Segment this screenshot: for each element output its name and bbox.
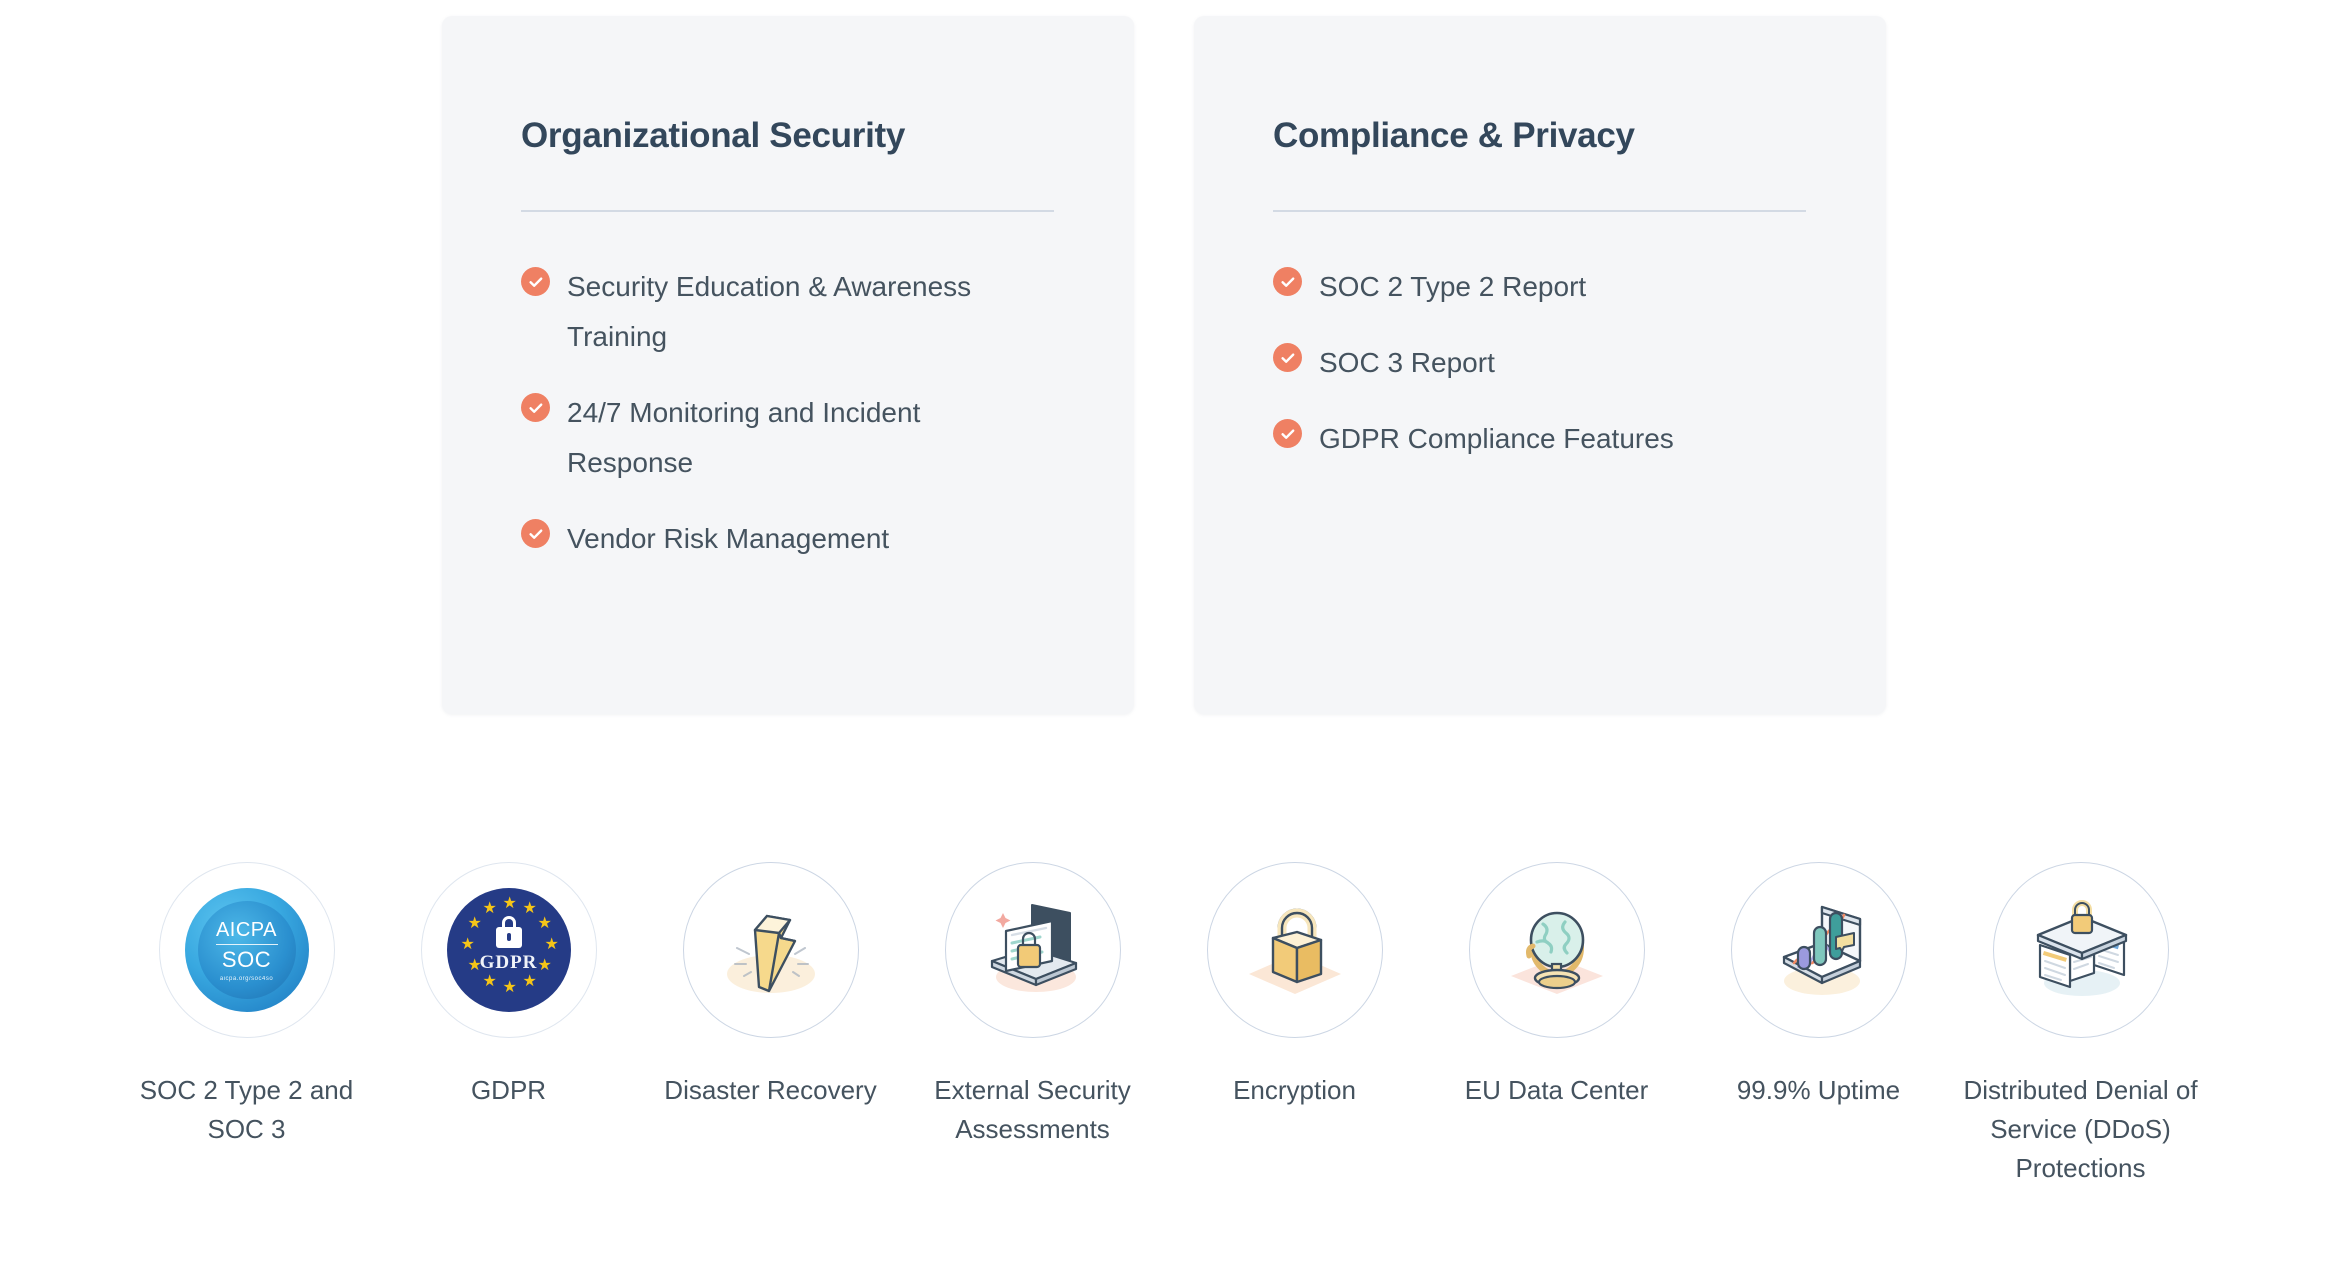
card-title: Compliance & Privacy xyxy=(1273,116,1635,155)
list-item: 24/7 Monitoring and Incident Response xyxy=(521,388,1081,488)
card-organizational-security: Organizational Security Security Educati… xyxy=(442,16,1134,714)
check-circle-icon xyxy=(1273,343,1302,372)
badge-ddos-protections: Distributed Denial of Service (DDoS) Pro… xyxy=(1950,862,2212,1188)
secure-documents-table-icon xyxy=(2036,900,2127,996)
eu-star-icon: ★ xyxy=(482,973,497,990)
badge-icon-wrapper xyxy=(682,862,859,1038)
padlock-icon xyxy=(1248,908,1341,994)
feature-label: 24/7 Monitoring and Incident Response xyxy=(567,397,921,478)
badge-label: SOC 2 Type 2 and SOC 3 xyxy=(139,1075,354,1144)
aicpa-seal-line1: AICPA xyxy=(215,918,278,941)
card-divider xyxy=(1273,210,1806,212)
check-circle-icon xyxy=(521,519,550,548)
badge-label: External Security Assessments xyxy=(934,1075,1131,1144)
check-circle-icon xyxy=(1273,267,1302,296)
eu-star-icon: ★ xyxy=(482,900,497,917)
list-item: Security Education & Awareness Training xyxy=(521,262,1081,362)
feature-list: Security Education & Awareness Training … xyxy=(521,262,1081,590)
badge-icon-wrapper xyxy=(1206,862,1383,1038)
eu-star-icon: ★ xyxy=(544,936,559,953)
eu-star-icon: ★ xyxy=(467,915,482,932)
badge-external-security-assessments: External Security Assessments xyxy=(902,862,1164,1149)
badge-disaster-recovery: Disaster Recovery xyxy=(640,862,902,1110)
badge-eu-data-center: EU Data Center xyxy=(1426,862,1688,1110)
check-circle-icon xyxy=(521,393,550,422)
badge-label: Encryption xyxy=(1233,1075,1356,1105)
badge-gdpr: ★ ★ ★ ★ ★ ★ ★ ★ ★ ★ ★ ★ GDPR GDPR xyxy=(378,862,640,1110)
aicpa-seal-line2: SOC xyxy=(221,946,272,972)
list-item: SOC 3 Report xyxy=(1273,338,1833,388)
badge-icon-wrapper xyxy=(1992,862,2169,1038)
badge-uptime: 99.9% Uptime xyxy=(1688,862,1950,1110)
badge-icon-wrapper: AICPA SOC aicpa.org/soc4so xyxy=(158,862,335,1038)
feature-label: SOC 2 Type 2 Report xyxy=(1319,271,1587,302)
laptop-bar-chart-icon xyxy=(1782,905,1861,995)
check-circle-icon xyxy=(521,267,550,296)
badge-icon-wrapper xyxy=(944,862,1121,1038)
aicpa-seal-line3: aicpa.org/soc4so xyxy=(219,975,274,982)
laptop-document-lock-icon xyxy=(990,904,1077,992)
badge-icon-wrapper xyxy=(1468,862,1645,1038)
feature-label: Security Education & Awareness Training xyxy=(567,271,972,352)
card-compliance-privacy: Compliance & Privacy SOC 2 Type 2 Report… xyxy=(1194,16,1886,714)
badge-encryption: Encryption xyxy=(1164,862,1426,1110)
aicpa-seal-rule xyxy=(215,943,278,945)
badge-label: Disaster Recovery xyxy=(664,1075,877,1105)
eu-star-icon: ★ xyxy=(502,895,517,912)
eu-star-icon: ★ xyxy=(522,900,537,917)
card-divider xyxy=(521,210,1054,212)
badge-label: GDPR xyxy=(470,1075,547,1105)
feature-label: GDPR Compliance Features xyxy=(1319,423,1674,454)
eu-star-icon: ★ xyxy=(522,973,537,990)
badge-soc2-soc3: AICPA SOC aicpa.org/soc4so SOC 2 Type 2 … xyxy=(116,862,378,1149)
check-circle-icon xyxy=(1273,419,1302,448)
gdpr-seal-icon: ★ ★ ★ ★ ★ ★ ★ ★ ★ ★ ★ ★ GDPR xyxy=(446,888,571,1012)
lightning-bolt-icon xyxy=(726,914,815,993)
security-cards-row: Organizational Security Security Educati… xyxy=(0,0,2327,740)
eu-star-icon: ★ xyxy=(502,979,517,996)
eu-star-icon: ★ xyxy=(537,915,552,932)
aicpa-soc-seal-icon: AICPA SOC aicpa.org/soc4so xyxy=(184,888,309,1012)
list-item: GDPR Compliance Features xyxy=(1273,414,1833,464)
badge-label: 99.9% Uptime xyxy=(1736,1075,1901,1105)
feature-list: SOC 2 Type 2 Report SOC 3 Report GDPR Co… xyxy=(1273,262,1833,490)
feature-label: Vendor Risk Management xyxy=(567,523,890,554)
gdpr-seal-label: GDPR xyxy=(479,951,538,973)
eu-star-icon: ★ xyxy=(460,936,475,953)
certification-badges-row: AICPA SOC aicpa.org/soc4so SOC 2 Type 2 … xyxy=(0,862,2327,1188)
list-item: Vendor Risk Management xyxy=(521,514,1081,564)
badge-icon-wrapper: ★ ★ ★ ★ ★ ★ ★ ★ ★ ★ ★ ★ GDPR xyxy=(420,862,597,1038)
lock-icon xyxy=(495,915,522,948)
badge-icon-wrapper xyxy=(1730,862,1907,1038)
eu-star-icon: ★ xyxy=(537,957,552,974)
card-title: Organizational Security xyxy=(521,116,906,155)
badge-label: EU Data Center xyxy=(1464,1075,1649,1105)
feature-label: SOC 3 Report xyxy=(1319,347,1495,378)
list-item: SOC 2 Type 2 Report xyxy=(1273,262,1833,312)
globe-icon xyxy=(1510,911,1603,994)
badge-label: Distributed Denial of Service (DDoS) Pro… xyxy=(1963,1075,2198,1183)
